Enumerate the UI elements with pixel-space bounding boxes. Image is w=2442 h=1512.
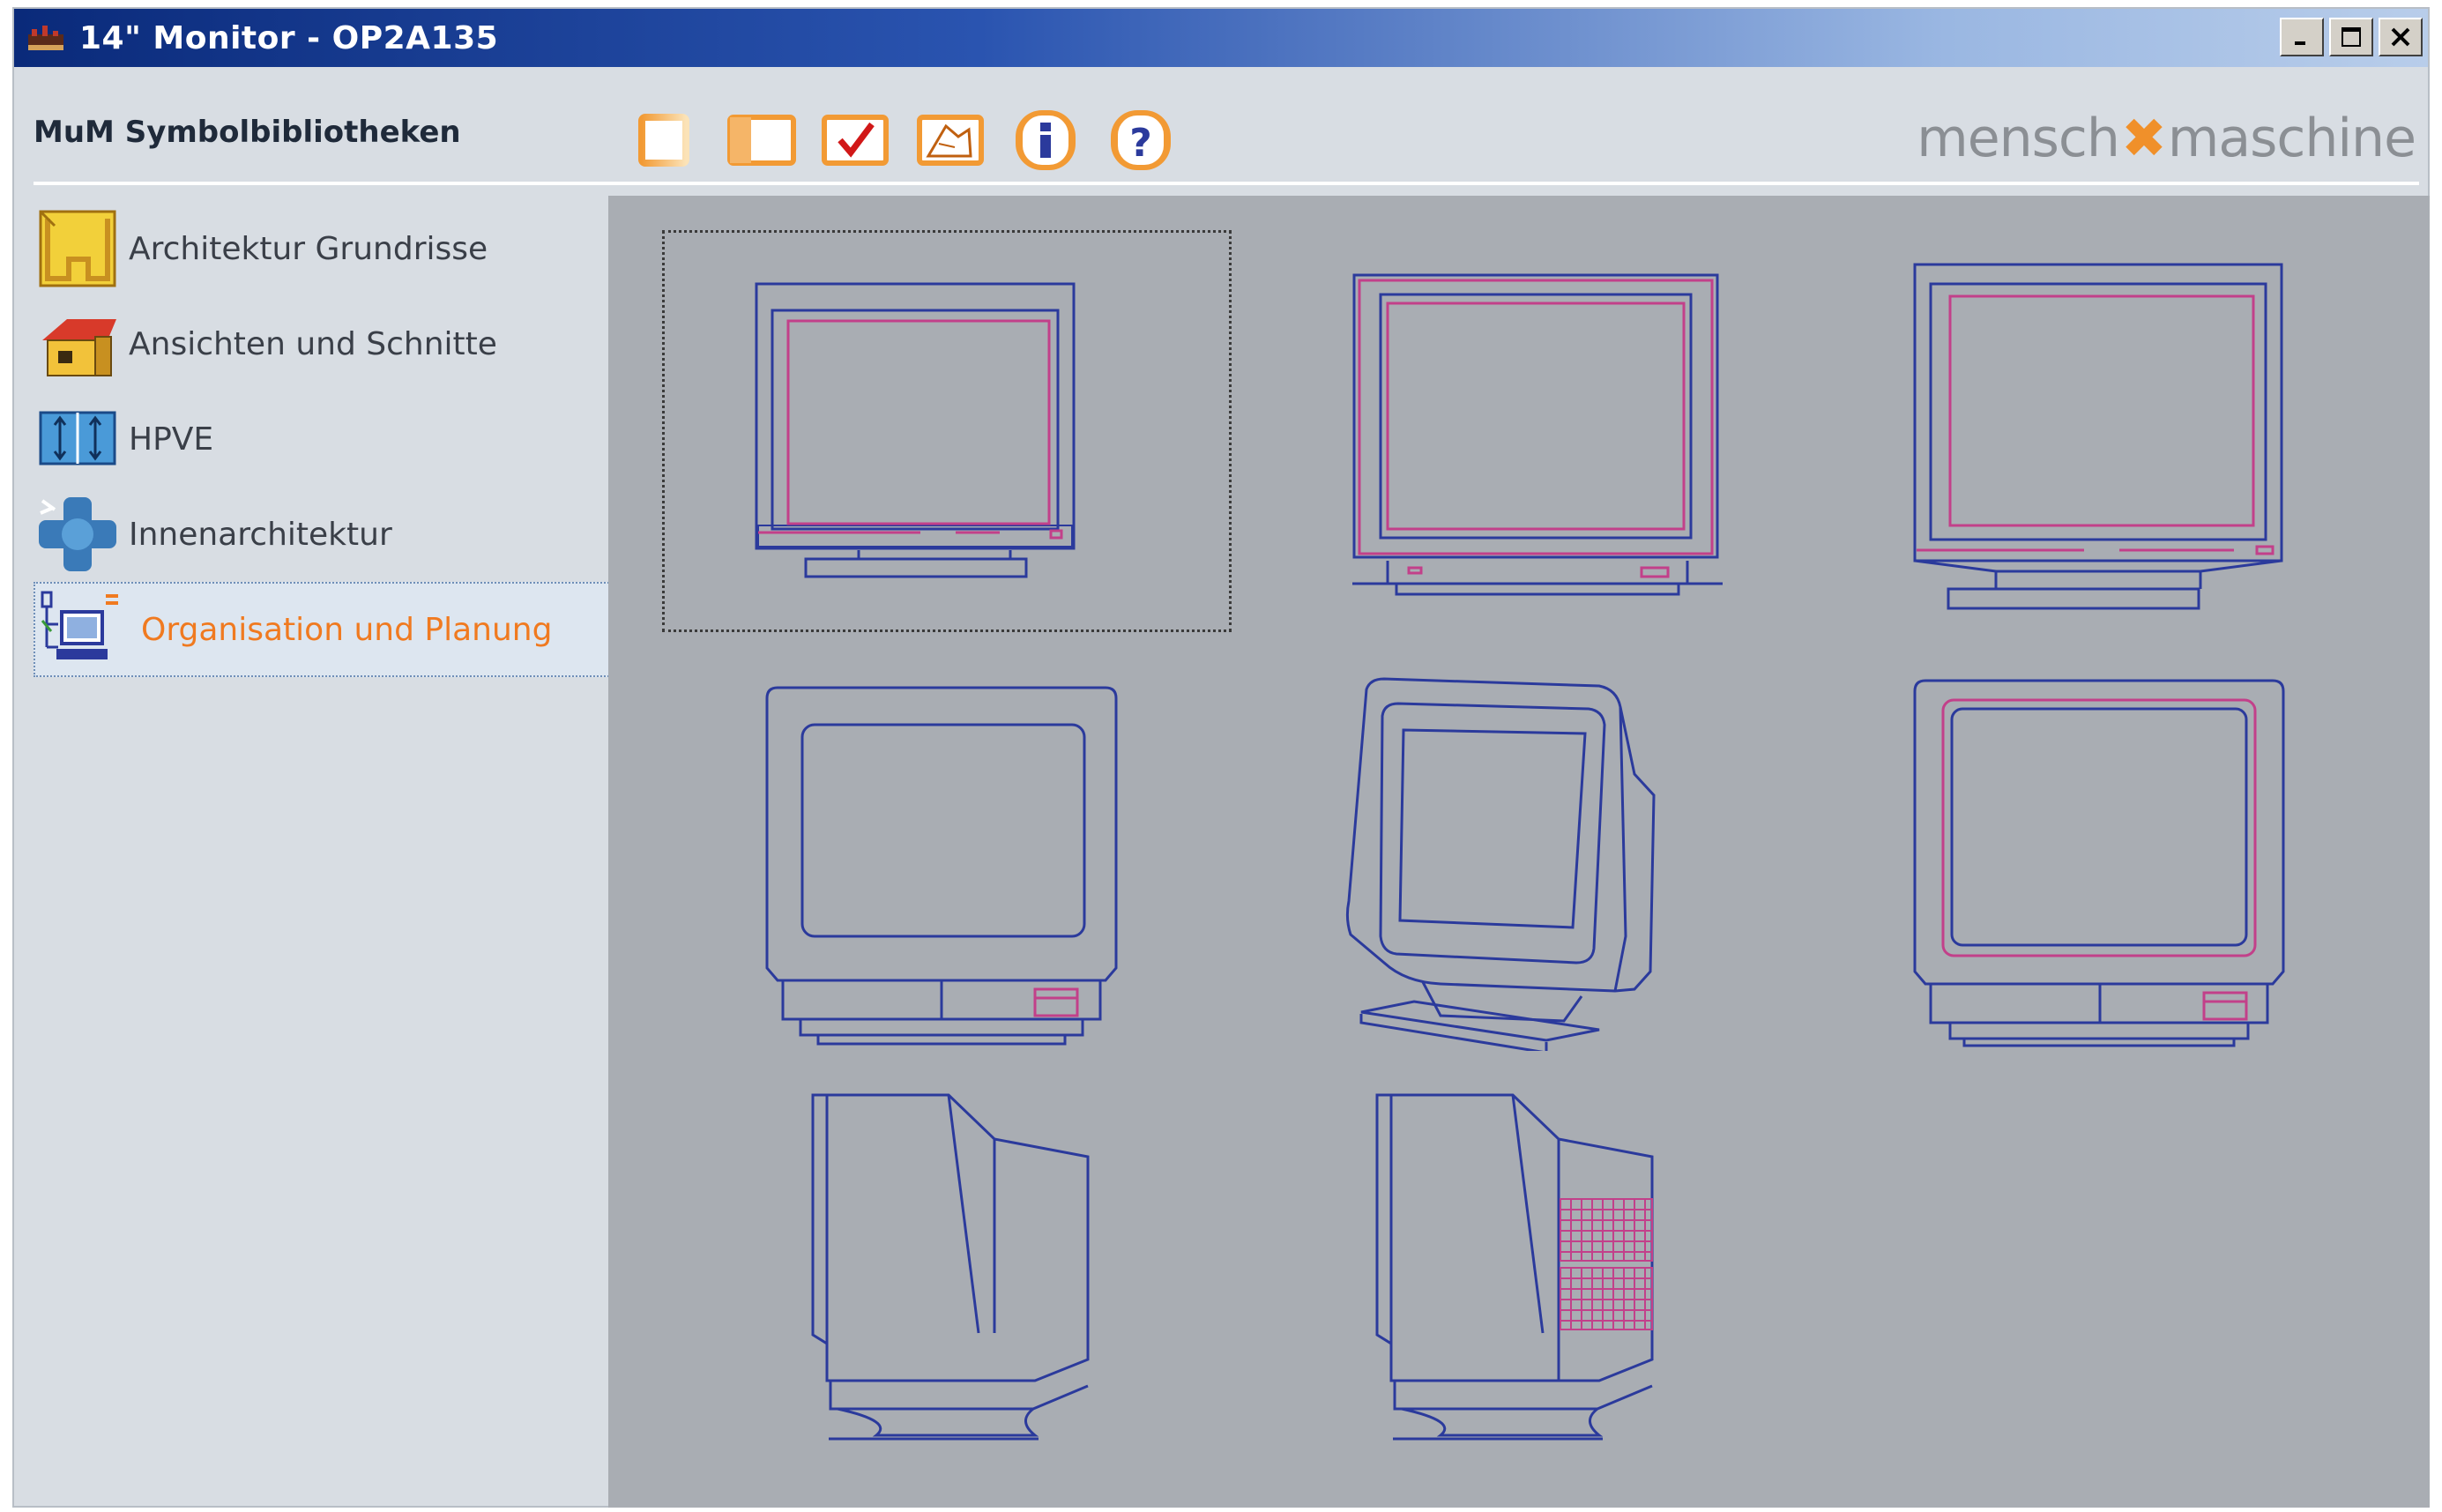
single-view-button[interactable] — [629, 106, 700, 175]
application-window: 14" Monitor - OP2A135 MuM Symbolbiblioth… — [12, 7, 2430, 1508]
category-sidebar: Architektur Grundrisse Ansichten und Sch… — [34, 201, 615, 677]
close-button[interactable] — [2379, 18, 2423, 56]
brand-x-icon: ✖ — [2120, 106, 2167, 170]
office-icon — [41, 591, 118, 659]
symbol-monitor-front-5[interactable] — [1820, 654, 2384, 1051]
monitor-side-drawing — [1375, 1093, 1654, 1441]
monitor-perspective-drawing — [1345, 677, 1656, 1054]
help-button[interactable]: ? — [1106, 106, 1176, 175]
checkmark-icon — [822, 115, 889, 166]
brand-logo: mensch ✖ maschine — [1917, 106, 2416, 170]
sidebar-item-label: Organisation und Planung — [141, 611, 553, 648]
symbol-monitor-side-1[interactable] — [665, 1060, 1229, 1456]
info-button[interactable] — [1010, 106, 1081, 175]
app-label: MuM Symbolbibliotheken — [34, 115, 461, 150]
close-icon — [2391, 27, 2410, 47]
sidebar-item-architektur-grundrisse[interactable]: Architektur Grundrisse — [34, 201, 615, 296]
monitor-front-drawing — [1913, 679, 2285, 1047]
monitor-front-drawing — [1913, 263, 2283, 610]
help-icon: ? — [1111, 110, 1171, 170]
sidebar-item-label: Innenarchitektur — [129, 516, 392, 553]
brand-left: mensch — [1917, 107, 2120, 169]
split-view-button[interactable] — [725, 106, 799, 175]
sidebar-item-label: HPVE — [129, 421, 214, 458]
monitor-front-drawing — [765, 686, 1118, 1046]
single-view-icon — [638, 114, 689, 167]
check-button[interactable] — [820, 106, 890, 175]
symbol-monitor-perspective[interactable] — [1247, 654, 1811, 1054]
sidebar-item-ansichten-und-schnitte[interactable]: Ansichten und Schnitte — [34, 296, 615, 391]
symbol-monitor-front-4[interactable] — [665, 654, 1229, 1051]
monitor-front-drawing — [1352, 273, 1723, 596]
sidebar-item-hpve[interactable]: HPVE — [34, 391, 615, 487]
floorplan-icon — [39, 210, 116, 287]
app-icon — [28, 26, 63, 50]
sidebar-item-label: Architektur Grundrisse — [129, 230, 488, 267]
minimize-button[interactable] — [2280, 18, 2324, 56]
house-icon — [42, 319, 116, 376]
window-title: 14" Monitor - OP2A135 — [79, 19, 499, 56]
monitor-side-drawing — [811, 1093, 1090, 1441]
scale-icon — [917, 115, 984, 166]
interior-icon — [39, 497, 116, 571]
sidebar-item-label: Ansichten und Schnitte — [129, 325, 497, 362]
symbol-monitor-front-2[interactable] — [1247, 233, 1811, 629]
minimize-icon — [2295, 41, 2305, 45]
scale-button[interactable] — [915, 106, 986, 175]
toolbar: MuM Symbolbibliotheken ? mensch ✖ maschi… — [14, 67, 2428, 190]
svg-text:?: ? — [1129, 121, 1152, 166]
monitor-front-drawing — [755, 282, 1076, 578]
title-bar[interactable]: 14" Monitor - OP2A135 — [14, 9, 2428, 67]
maximize-icon — [2341, 27, 2361, 47]
maximize-button[interactable] — [2329, 18, 2373, 56]
symbol-monitor-side-2[interactable] — [1247, 1060, 1811, 1456]
split-view-icon — [727, 115, 796, 166]
info-icon — [1016, 110, 1076, 170]
brand-right: maschine — [2167, 107, 2416, 169]
symbol-gallery — [608, 196, 2430, 1508]
symbol-monitor-front-1[interactable] — [662, 230, 1232, 632]
toolbar-divider — [34, 182, 2419, 185]
hpve-icon — [39, 411, 116, 466]
sidebar-item-innenarchitektur[interactable]: Innenarchitektur — [34, 487, 615, 582]
sidebar-item-organisation-und-planung[interactable]: Organisation und Planung — [34, 582, 615, 677]
symbol-monitor-front-3[interactable] — [1820, 233, 2384, 629]
